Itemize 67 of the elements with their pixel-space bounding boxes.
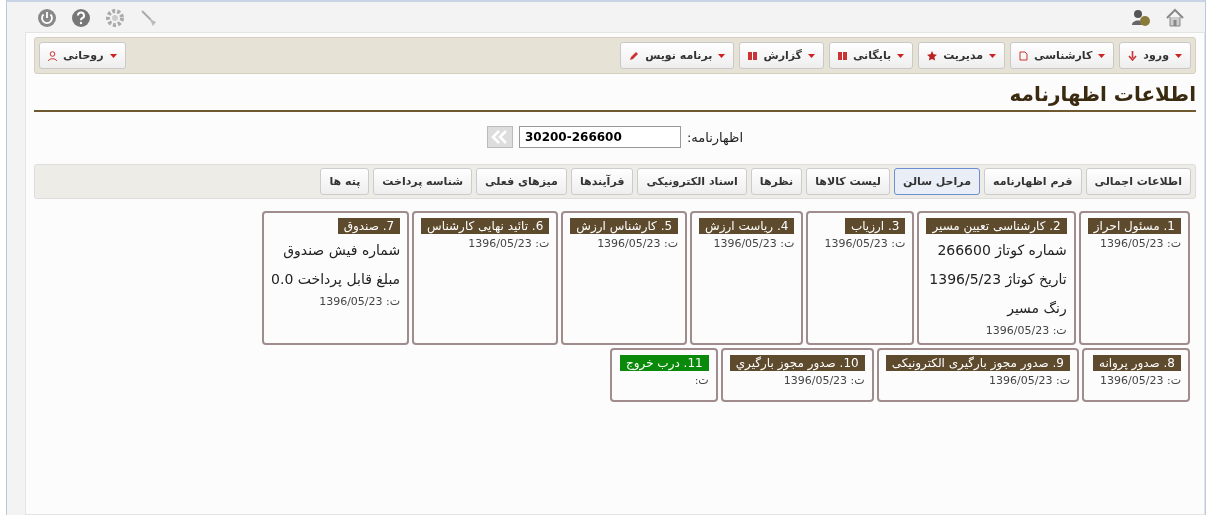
step-date: ت: 1396/05/23 [468, 237, 550, 250]
step-detail: تاریخ کوتاژ 1396/5/23 [929, 270, 1067, 290]
page-title: اطلاعات اظهارنامه [34, 82, 1196, 112]
help-icon[interactable] [71, 8, 91, 28]
caret-icon [897, 53, 905, 58]
caret-icon [1175, 53, 1182, 58]
step-title: 6. تائید نهایی کارشناس [421, 218, 550, 234]
step-title: 7. صندوق [337, 218, 401, 234]
tab[interactable]: مراحل سالن [894, 168, 980, 195]
back-button[interactable] [486, 126, 513, 148]
menu-button[interactable]: روحانی [39, 42, 126, 69]
menu-button[interactable]: بایگانی [829, 42, 914, 69]
book-icon [748, 50, 758, 61]
step-date: ت: [694, 374, 709, 387]
caret-icon [808, 53, 815, 58]
declaration-input[interactable]: 30200-266600 [518, 126, 681, 148]
tab[interactable]: نظرها [750, 168, 803, 195]
step-date: ت: 1396/05/23 [319, 295, 401, 308]
tab[interactable]: میزهای فعلی [476, 168, 567, 195]
field-label: اظهارنامه: [686, 129, 744, 145]
step-date: ت: 1396/05/23 [824, 237, 906, 250]
step-date: ت: 1396/05/23 [783, 374, 865, 387]
home-icon[interactable] [1165, 8, 1185, 28]
step-date: ت: 1396/05/23 [1100, 237, 1181, 250]
step-detail: شماره کوتاژ 266600 [937, 241, 1067, 261]
menu-button[interactable]: کارشناسی [1010, 42, 1115, 69]
tab[interactable]: لیست کالاها [806, 168, 890, 195]
step-detail: رنگ مسیر [1007, 299, 1067, 319]
step-title: 2. کارشناسی تعیین مسیر [926, 218, 1067, 234]
caret-icon [1098, 53, 1106, 58]
menu-button[interactable]: گزارش [739, 42, 824, 69]
pencil-icon [629, 50, 640, 61]
step-date: ت: 1396/05/23 [713, 237, 795, 250]
step-title: 5. کارشناس ارزش [570, 218, 679, 234]
menu-button[interactable]: ورود [1119, 42, 1191, 69]
tab[interactable]: اطلاعات اجمالی [1085, 168, 1191, 195]
step-detail: شماره فیش صندوق [283, 241, 401, 261]
step-title: 1. مسئول احراز [1087, 218, 1181, 234]
step-date: ت: 1396/05/23 [1100, 374, 1181, 387]
caret-icon [989, 53, 997, 58]
menu-button[interactable]: مدیریت [918, 42, 1006, 69]
step-title: 10. صدور مجوز بارگيري [729, 355, 865, 371]
user-icon [48, 50, 57, 61]
tab[interactable]: پته ها [320, 168, 370, 195]
star-icon [927, 50, 938, 61]
step-date: ت: 1396/05/23 [985, 324, 1067, 337]
power-icon[interactable] [37, 8, 57, 28]
settings-icon[interactable] [105, 8, 125, 28]
step-date: ت: 1396/05/23 [989, 374, 1070, 387]
tab[interactable]: شناسه پرداخت [373, 168, 473, 195]
book-icon [838, 50, 847, 61]
step-title: 4. ریاست ارزش [699, 218, 795, 234]
step-title: 11. درب خروج [619, 355, 709, 371]
tab[interactable]: اسناد الکترونیکی [637, 168, 747, 195]
step-title: 9. صدور مجوز بارگیری الکترونیکی [885, 355, 1070, 371]
step-title: 8. صدور پروانه [1092, 355, 1181, 371]
caret-icon [718, 53, 726, 58]
step-title: 3. ارزیاب [844, 218, 906, 234]
step-date: ت: 1396/05/23 [597, 237, 679, 250]
caret-icon [109, 53, 117, 58]
down-arrow-icon [1128, 50, 1138, 61]
document-icon [1019, 50, 1029, 61]
double-chevron-icon [490, 130, 509, 144]
tab[interactable]: فرآیندها [570, 168, 634, 195]
menu-button[interactable]: برنامه نویس [620, 42, 735, 69]
tab[interactable]: فرم اظهارنامه [983, 168, 1082, 195]
step-detail: مبلغ قابل پرداخت 0.0 [271, 270, 401, 290]
